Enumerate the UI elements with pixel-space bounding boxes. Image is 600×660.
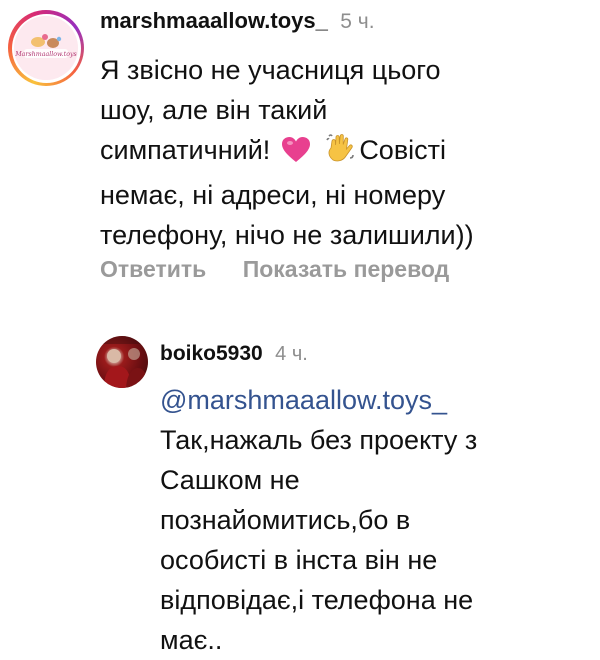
comment-header: marshmaaallow.toys_ 5 ч.: [100, 8, 375, 34]
brand-logo: Marshmaallow.toys: [14, 16, 78, 80]
logo-icon: Marshmaallow.toys: [14, 16, 78, 80]
reply-avatar[interactable]: [96, 336, 148, 388]
comment-actions: Ответить Показать перевод: [100, 256, 479, 283]
reply-button[interactable]: Ответить: [100, 256, 206, 282]
reply-line: особисті в інста він не: [160, 545, 438, 575]
comment-item: Marshmaallow.toys marshmaaallow.toys_ 5 …: [0, 0, 600, 300]
reply-line: познайомитись,бо в: [160, 505, 411, 535]
comment-username[interactable]: marshmaaallow.toys_: [100, 8, 328, 33]
reply-time: 4 ч.: [275, 343, 308, 365]
reply-line: Сашком не: [160, 465, 300, 495]
comment-time: 5 ч.: [340, 10, 375, 33]
mention-link[interactable]: @marshmaaallow.toys_: [160, 380, 595, 420]
reply-line: має..: [160, 625, 223, 655]
comment-line: симпатичний! Совісті: [100, 130, 595, 175]
avatar-photo-icon: [96, 336, 148, 388]
comment-line-text: симпатичний!: [100, 135, 271, 165]
show-translation-button[interactable]: Показать перевод: [243, 256, 450, 282]
comment-text: Я звісно не учасниця цього шоу, але він …: [100, 50, 595, 255]
comment-line: немає, ні адреси, ні номеру: [100, 180, 446, 210]
comment-line: телефону, нічо не залишили)): [100, 220, 474, 250]
comment-line-text: Совісті: [359, 135, 447, 165]
reply-line: Так,нажаль без проекту з: [160, 425, 478, 455]
heart-emoji-icon: [281, 135, 311, 175]
reply-username[interactable]: boiko5930: [160, 342, 263, 365]
comment-line: Я звісно не учасниця цього: [100, 55, 441, 85]
waving-hand-emoji-icon: [324, 132, 356, 175]
comment-line: шоу, але він такий: [100, 95, 328, 125]
reply-text: @marshmaaallow.toys_ Так,нажаль без прое…: [160, 380, 595, 660]
reply-line: відповідає,і телефона не: [160, 585, 474, 615]
avatar-border: Marshmaallow.toys: [11, 13, 81, 83]
commenter-avatar[interactable]: Marshmaallow.toys: [8, 10, 84, 86]
reply-item: boiko5930 4 ч. @marshmaaallow.toys_ Так,…: [0, 330, 600, 655]
svg-text:Marshmaallow.toys: Marshmaallow.toys: [14, 51, 77, 58]
reply-header: boiko5930 4 ч.: [160, 342, 308, 366]
